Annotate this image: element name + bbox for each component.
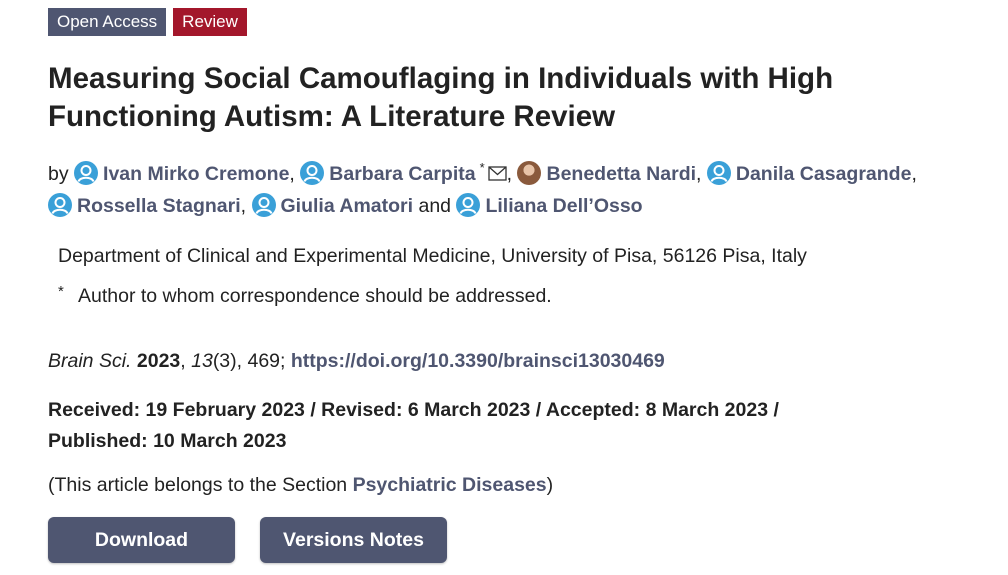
email-icon[interactable] (487, 160, 507, 191)
dates-line-2: Published: 10 March 2023 (48, 430, 287, 452)
corresponding-author-mark: * (479, 160, 485, 175)
author-list: by Ivan Mirko Cremone, Barbara Carpita *,… (48, 160, 917, 217)
journal-name: Brain Sci. (48, 350, 132, 372)
citation-issue-pages: (3), 469; (212, 350, 286, 372)
author-profile-icon[interactable] (48, 193, 72, 217)
and-label: and (418, 195, 452, 217)
publication-dates: Received: 19 February 2023 / Revised: 6 … (48, 395, 908, 457)
author-profile-icon[interactable] (300, 161, 325, 185)
citation-volume: 13 (191, 350, 213, 372)
correspondence-text: Author to whom correspondence should be … (78, 285, 552, 307)
author-photo-icon[interactable] (517, 161, 542, 185)
section-note-prefix: (This article belongs to the Section (48, 474, 353, 496)
correspondence-mark: * (58, 283, 64, 300)
author-profile-icon[interactable] (706, 161, 731, 185)
article-title: Measuring Social Camouflaging in Individ… (48, 62, 834, 133)
author-link[interactable]: Danila Casagrande (736, 163, 912, 185)
by-label: by (48, 163, 69, 185)
author-profile-icon[interactable] (456, 193, 481, 217)
author-link[interactable]: Ivan Mirko Cremone (103, 163, 289, 185)
section-link[interactable]: Psychiatric Diseases (353, 474, 547, 496)
author-link[interactable]: Rossella Stagnari (77, 195, 241, 217)
author-link[interactable]: Giulia Amatori (281, 195, 414, 217)
review-badge[interactable]: Review (173, 8, 247, 36)
author-link[interactable]: Liliana Dell’Osso (485, 195, 642, 217)
download-button[interactable]: Download (48, 517, 235, 563)
author-profile-icon[interactable] (74, 161, 99, 185)
versions-notes-button[interactable]: Versions Notes (260, 517, 447, 563)
dates-line-1: Received: 19 February 2023 / Revised: 6 … (48, 399, 779, 421)
author-profile-icon[interactable] (251, 193, 276, 217)
affiliation: Department of Clinical and Experimental … (58, 245, 807, 267)
section-note-suffix: ) (546, 474, 554, 496)
citation-year: 2023 (136, 350, 181, 372)
author-link[interactable]: Barbara Carpita (329, 163, 475, 185)
correspondence-note: * Author to whom correspondence should be… (58, 280, 552, 308)
open-access-badge[interactable]: Open Access (48, 8, 167, 36)
author-link[interactable]: Benedetta Nardi (546, 163, 696, 185)
citation: Brain Sci. 2023, 13(3), 469; https://doi… (48, 350, 665, 372)
badge-row: Open Access Review (48, 8, 247, 36)
section-note: (This article belongs to the Section Psy… (48, 472, 553, 498)
doi-link[interactable]: https://doi.org/10.3390/brainsci13030469 (291, 350, 665, 372)
